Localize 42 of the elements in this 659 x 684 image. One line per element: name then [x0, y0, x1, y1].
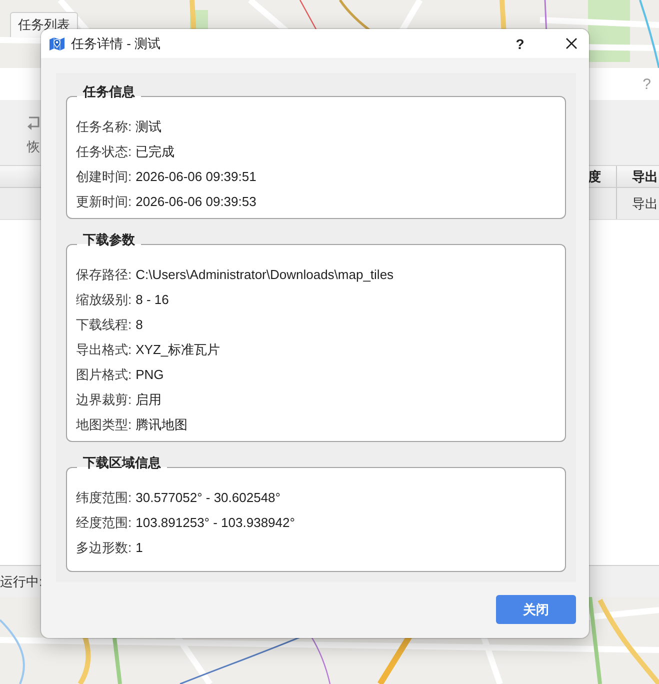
field-value: 2026-06-06 09:39:53 — [136, 194, 256, 209]
help-button[interactable]: ? — [495, 29, 545, 58]
field-label: 多边形数: — [76, 538, 132, 556]
field-value: XYZ_标准瓦片 — [136, 340, 220, 358]
close-dialog-button[interactable]: 关闭 — [496, 595, 576, 624]
field-label: 下载线程: — [76, 316, 132, 334]
field-value: 103.891253° - 103.938942° — [136, 515, 295, 530]
field-value: 1 — [136, 540, 143, 555]
field-label: 边界裁剪: — [76, 390, 132, 408]
dialog-title: 任务详情 - 测试 — [71, 34, 161, 52]
field-label: 任务状态: — [76, 142, 132, 160]
section-title: 任务信息 — [77, 84, 141, 100]
return-arrow-icon — [27, 116, 40, 131]
field-value: PNG — [136, 367, 164, 382]
field-value: 8 - 16 — [136, 292, 169, 307]
field-value: 2026-06-06 09:39:51 — [136, 169, 256, 184]
field-value: 8 — [136, 317, 143, 332]
field-label: 经度范围: — [76, 514, 132, 532]
field-value: C:\Users\Administrator\Downloads\map_tiles — [136, 267, 394, 282]
field-label: 地图类型: — [76, 416, 132, 434]
help-button[interactable]: ? — [638, 73, 655, 95]
field-value: 测试 — [136, 118, 162, 136]
column-header: 导出 — [632, 168, 658, 186]
field-value: 腾讯地图 — [136, 416, 188, 434]
column-header: 度 — [588, 168, 601, 186]
section-title: 下载区域信息 — [77, 455, 167, 471]
field-label: 更新时间: — [76, 192, 132, 210]
map-icon — [49, 36, 65, 52]
field-value: 30.577052° - 30.602548° — [136, 490, 280, 505]
field-label: 保存路径: — [76, 266, 132, 284]
section-title: 下载参数 — [77, 232, 141, 248]
table-cell: 导出 — [632, 194, 658, 212]
field-value: 已完成 — [136, 142, 175, 160]
field-label: 图片格式: — [76, 366, 132, 384]
field-label: 导出格式: — [76, 340, 132, 358]
field-label: 任务名称: — [76, 118, 132, 136]
field-label: 创建时间: — [76, 168, 132, 186]
field-value: 启用 — [136, 390, 162, 408]
field-label: 缩放级别: — [76, 290, 132, 308]
close-icon — [566, 38, 576, 49]
toolbar-button[interactable]: 恢 — [27, 116, 40, 165]
field-label: 纬度范围: — [76, 488, 132, 506]
